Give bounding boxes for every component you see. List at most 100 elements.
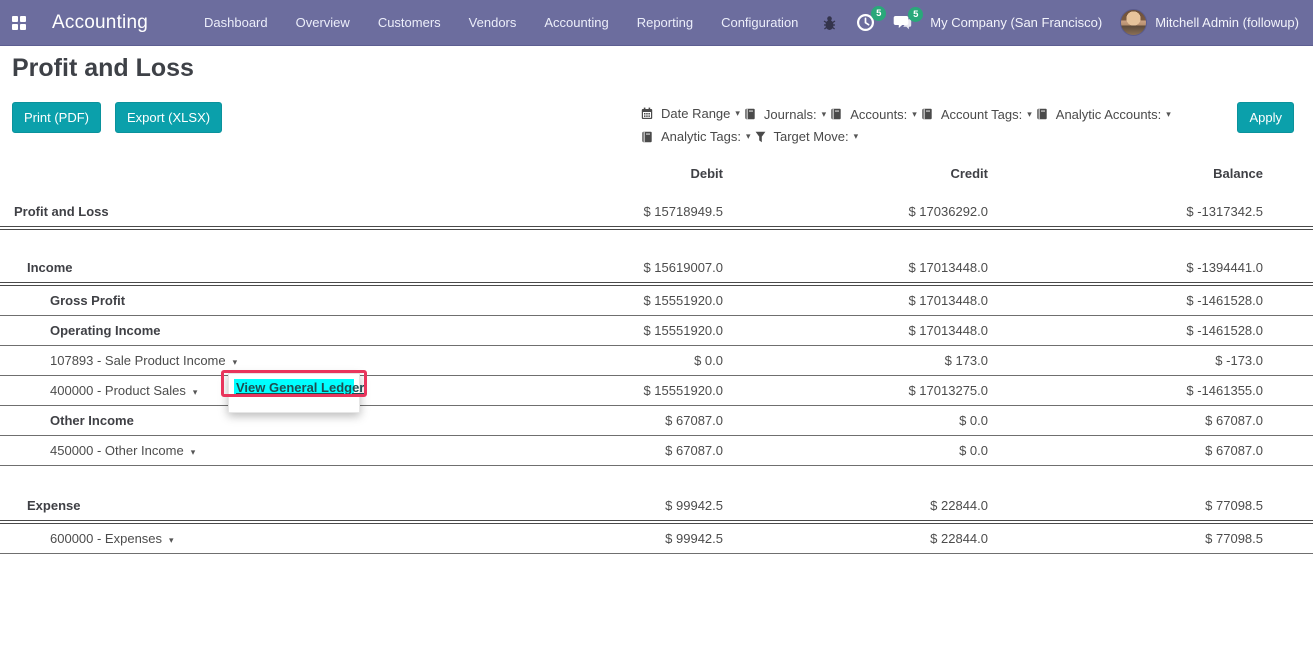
messages-badge: 5 [908,7,923,22]
chevron-down-icon[interactable]: ▾ [233,357,238,367]
company-switcher[interactable]: My Company (San Francisco) [930,15,1102,30]
chevron-down-icon: ▾ [1027,104,1032,125]
chevron-down-icon: ▾ [912,104,917,125]
filter-label: Analytic Tags: [661,126,741,147]
balance-cell: $ -173.0 [1038,346,1313,376]
book-icon [830,108,846,120]
nav-item-reporting[interactable]: Reporting [637,15,693,30]
table-row: Profit and Loss $ 15718949.5$ 17036292.0$… [0,197,1313,228]
filter-label: Target Move: [774,126,849,147]
app-title[interactable]: Accounting [52,12,148,34]
report-header: Profit and Loss Print (PDF) Export (XLSX… [0,46,1313,158]
table-header-row: Debit Credit Balance [0,160,1313,197]
balance-cell: $ 67087.0 [1038,436,1313,466]
main-menu: Dashboard Overview Customers Vendors Account… [204,15,798,30]
user-menu[interactable]: Mitchell Admin (followup) [1120,9,1299,36]
navbar-right-cluster: 5 5 My Company (San Francisco) Mitchell … [821,9,1313,36]
table-row: 400000 - Product Sales ▾ View General Ledg… [0,376,1313,406]
table-row: Operating Income $ 15551920.0$ 17013448.0… [0,316,1313,346]
chevron-down-icon: ▾ [1166,104,1171,125]
filter-analytic-accounts[interactable]: Analytic Accounts:▾ [1036,104,1171,125]
app-window: Accounting Dashboard Overview Customers Ven… [0,0,1313,653]
nav-item-accounting[interactable]: Accounting [544,15,608,30]
filter-label: Journals: [764,104,817,125]
balance-cell: $ -1461355.0 [1038,376,1313,406]
chevron-down-icon: ▾ [746,126,751,147]
chevron-down-icon: ▾ [822,104,827,125]
section-label-income: Income [0,260,73,275]
account-label-450000-other-income[interactable]: 450000 - Other Income [0,443,184,458]
chevron-down-icon: ▾ [854,126,859,147]
filter-analytic-tags[interactable]: Analytic Tags:▾ [641,126,751,147]
section-label-other-income: Other Income [0,413,134,428]
debit-cell: $ 99942.5 [508,491,773,522]
debug-bug-icon[interactable] [821,14,838,32]
report-filters: Date Range▾Journals:▾Accounts:▾Account T… [641,103,1221,149]
chevron-down-icon[interactable]: ▾ [191,447,196,457]
nav-item-configuration[interactable]: Configuration [721,15,798,30]
apps-menu-button[interactable] [0,0,38,46]
debit-cell: $ 99942.5 [508,522,773,554]
filter-journals[interactable]: Journals:▾ [744,104,826,125]
credit-cell: $ 17013275.0 [773,376,1038,406]
chevron-down-icon[interactable]: ▾ [193,387,198,397]
avatar [1120,9,1147,36]
credit-cell: $ 173.0 [773,346,1038,376]
filter-label: Account Tags: [941,104,1022,125]
section-label-profit-and-loss: Profit and Loss [0,204,109,219]
nav-item-vendors[interactable]: Vendors [469,15,517,30]
calendar-icon [641,107,657,120]
book-icon [921,108,937,120]
export-xlsx-button[interactable]: Export (XLSX) [115,102,222,133]
messages-button[interactable]: 5 [893,14,912,31]
debit-cell: $ 15551920.0 [508,376,773,406]
credit-cell: $ 0.0 [773,436,1038,466]
table-row: Gross Profit$ 15551920.0$ 17013448.0$ -1… [0,284,1313,316]
apply-button[interactable]: Apply [1237,102,1294,133]
nav-item-dashboard[interactable]: Dashboard [204,15,268,30]
nav-item-customers[interactable]: Customers [378,15,441,30]
filter-date-range[interactable]: Date Range▾ [641,103,740,124]
activities-badge: 5 [871,6,886,21]
balance-column-header: Balance [1038,160,1313,197]
filter-target-move[interactable]: Target Move:▾ [755,126,859,147]
print-pdf-button[interactable]: Print (PDF) [12,102,101,133]
credit-cell: $ 17036292.0 [773,197,1038,228]
spacer-row [0,466,1313,491]
credit-cell: $ 22844.0 [773,491,1038,522]
filter-account-tags[interactable]: Account Tags:▾ [921,104,1032,125]
book-icon [641,131,657,143]
top-navbar: Accounting Dashboard Overview Customers Ven… [0,0,1313,46]
debit-cell: $ 15551920.0 [508,316,773,346]
balance-cell: $ 67087.0 [1038,406,1313,436]
credit-cell: $ 17013448.0 [773,316,1038,346]
balance-cell: $ -1461528.0 [1038,316,1313,346]
user-name: Mitchell Admin (followup) [1155,15,1299,30]
balance-cell: $ 77098.5 [1038,491,1313,522]
table-row: 450000 - Other Income▾$ 67087.0$ 0.0$ 67… [0,436,1313,466]
account-label-400000-product-sales[interactable]: 400000 - Product Sales [0,383,186,398]
account-label-600000-expenses[interactable]: 600000 - Expenses [0,531,162,546]
filter-accounts[interactable]: Accounts:▾ [830,104,917,125]
table-row: Expense $ 99942.5$ 22844.0$ 77098.5 [0,491,1313,522]
profit-and-loss-table: Debit Credit Balance Profit and Loss $ 15… [0,160,1313,554]
section-label-operating-income: Operating Income [0,323,161,338]
debit-cell: $ 15718949.5 [508,197,773,228]
chevron-down-icon[interactable]: ▾ [169,535,174,545]
view-general-ledger-menu-item[interactable]: View General Ledger [234,379,354,396]
section-label-expense: Expense [0,498,80,513]
page-title: Profit and Loss [12,54,194,83]
filter-label: Date Range [661,103,730,124]
balance-cell: $ -1317342.5 [1038,197,1313,228]
book-icon [1036,108,1052,120]
debit-cell: $ 15619007.0 [508,253,773,284]
debit-cell: $ 0.0 [508,346,773,376]
debit-cell: $ 67087.0 [508,406,773,436]
apps-grid-icon [12,16,26,30]
debit-column-header: Debit [508,160,773,197]
account-label-107893-sale-product-income[interactable]: 107893 - Sale Product Income [0,353,226,368]
label-column-header [0,160,508,197]
credit-cell: $ 17013448.0 [773,284,1038,316]
nav-item-overview[interactable]: Overview [296,15,350,30]
activities-button[interactable]: 5 [856,13,875,32]
